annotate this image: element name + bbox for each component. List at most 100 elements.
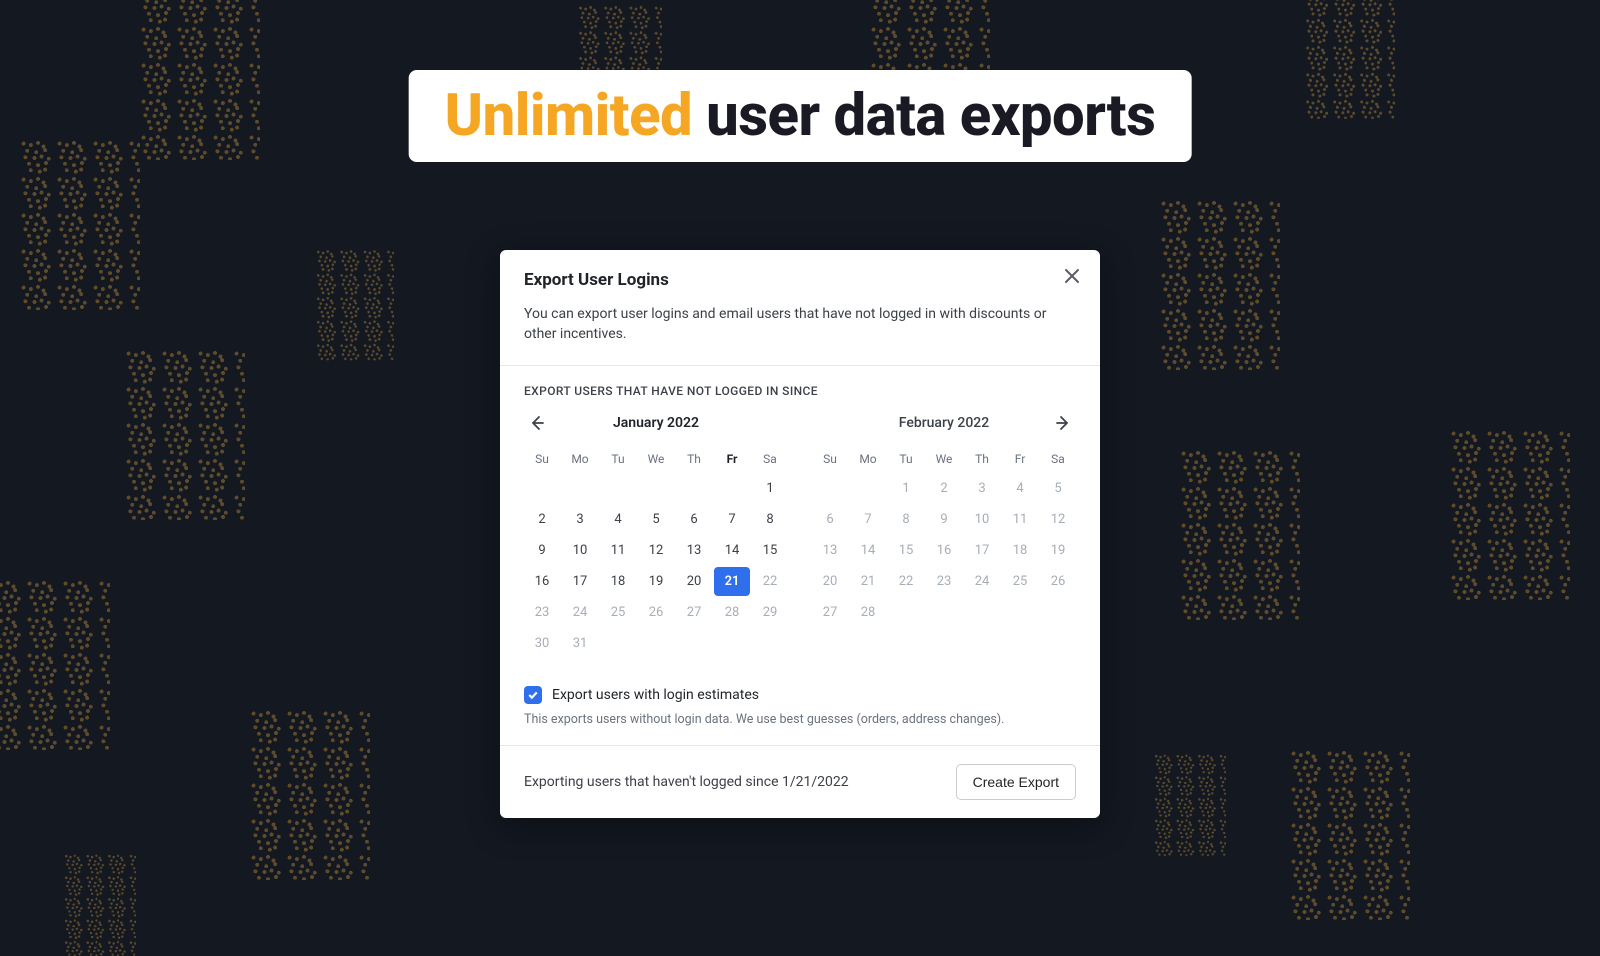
dow-header: Sa	[1040, 446, 1076, 472]
day-empty	[714, 474, 750, 503]
day-cell[interactable]: 7	[850, 505, 886, 534]
day-cell[interactable]: 30	[524, 629, 560, 658]
export-modal: Export User Logins You can export user l…	[500, 250, 1100, 818]
close-icon	[1064, 268, 1080, 284]
day-cell[interactable]: 8	[752, 505, 788, 534]
day-cell[interactable]: 15	[888, 536, 924, 565]
day-cell[interactable]: 6	[676, 505, 712, 534]
day-cell[interactable]: 24	[964, 567, 1000, 596]
day-cell[interactable]: 17	[562, 567, 598, 596]
dow-header: Su	[524, 446, 560, 472]
dow-header: Tu	[888, 446, 924, 472]
day-cell[interactable]: 13	[812, 536, 848, 565]
day-cell[interactable]: 8	[888, 505, 924, 534]
checkbox-help: This exports users without login data. W…	[500, 710, 1100, 745]
day-cell[interactable]: 27	[812, 598, 848, 627]
day-cell[interactable]: 19	[638, 567, 674, 596]
day-cell[interactable]: 22	[752, 567, 788, 596]
dow-header: Th	[964, 446, 1000, 472]
arrow-right-icon	[1055, 415, 1071, 431]
dow-header: Sa	[752, 446, 788, 472]
right-month-title: February 2022	[899, 415, 989, 431]
day-empty	[524, 474, 560, 503]
day-cell[interactable]: 15	[752, 536, 788, 565]
day-cell[interactable]: 9	[926, 505, 962, 534]
dow-header: Su	[812, 446, 848, 472]
day-cell[interactable]: 7	[714, 505, 750, 534]
day-cell[interactable]: 14	[850, 536, 886, 565]
checkbox-label: Export users with login estimates	[552, 687, 759, 703]
day-cell[interactable]: 11	[1002, 505, 1038, 534]
day-cell[interactable]: 13	[676, 536, 712, 565]
day-cell[interactable]: 19	[1040, 536, 1076, 565]
day-cell[interactable]: 4	[600, 505, 636, 534]
calendar-left: January 2022 SuMoTuWeThFrSa1234567891011…	[524, 410, 788, 658]
checkbox-row: Export users with login estimates	[500, 668, 1100, 710]
dow-header: We	[926, 446, 962, 472]
day-cell[interactable]: 10	[562, 536, 598, 565]
day-cell[interactable]: 17	[964, 536, 1000, 565]
footer-status: Exporting users that haven't logged sinc…	[524, 774, 849, 790]
prev-month-button[interactable]	[524, 410, 550, 436]
day-cell[interactable]: 21	[850, 567, 886, 596]
day-cell[interactable]: 5	[1040, 474, 1076, 503]
day-cell[interactable]: 14	[714, 536, 750, 565]
day-cell[interactable]: 28	[714, 598, 750, 627]
day-cell[interactable]: 16	[524, 567, 560, 596]
day-cell[interactable]: 22	[888, 567, 924, 596]
day-cell[interactable]: 25	[1002, 567, 1038, 596]
day-cell[interactable]: 10	[964, 505, 1000, 534]
day-cell[interactable]: 21	[714, 567, 750, 596]
day-cell[interactable]: 1	[888, 474, 924, 503]
day-cell[interactable]: 18	[1002, 536, 1038, 565]
day-cell[interactable]: 18	[600, 567, 636, 596]
day-empty	[600, 474, 636, 503]
close-button[interactable]	[1058, 262, 1086, 290]
export-estimates-checkbox[interactable]	[524, 686, 542, 704]
dow-header: Th	[676, 446, 712, 472]
headline-rest: user data exports	[692, 82, 1155, 150]
day-cell[interactable]: 2	[926, 474, 962, 503]
day-cell[interactable]: 20	[812, 567, 848, 596]
day-empty	[562, 474, 598, 503]
day-cell[interactable]: 24	[562, 598, 598, 627]
day-cell[interactable]: 23	[524, 598, 560, 627]
day-cell[interactable]: 3	[562, 505, 598, 534]
day-cell[interactable]: 4	[1002, 474, 1038, 503]
day-cell[interactable]: 12	[638, 536, 674, 565]
day-cell[interactable]: 20	[676, 567, 712, 596]
day-cell[interactable]: 16	[926, 536, 962, 565]
day-cell[interactable]: 2	[524, 505, 560, 534]
day-empty	[850, 474, 886, 503]
day-cell[interactable]: 9	[524, 536, 560, 565]
modal-title: Export User Logins	[524, 270, 1076, 290]
headline-accent: Unlimited	[445, 82, 693, 150]
day-cell[interactable]: 25	[600, 598, 636, 627]
day-cell[interactable]: 3	[964, 474, 1000, 503]
next-month-button[interactable]	[1050, 410, 1076, 436]
dow-header: Mo	[562, 446, 598, 472]
calendar-pair: January 2022 SuMoTuWeThFrSa1234567891011…	[524, 410, 1076, 658]
day-cell[interactable]: 12	[1040, 505, 1076, 534]
day-cell[interactable]: 26	[638, 598, 674, 627]
day-cell[interactable]: 26	[1040, 567, 1076, 596]
day-cell[interactable]: 27	[676, 598, 712, 627]
day-cell[interactable]: 6	[812, 505, 848, 534]
day-cell[interactable]: 31	[562, 629, 598, 658]
calendar-left-grid: SuMoTuWeThFrSa12345678910111213141516171…	[524, 446, 788, 658]
day-cell[interactable]: 11	[600, 536, 636, 565]
day-cell[interactable]: 5	[638, 505, 674, 534]
modal-description: You can export user logins and email use…	[500, 290, 1100, 365]
dow-header: Tu	[600, 446, 636, 472]
create-export-button[interactable]: Create Export	[956, 764, 1076, 800]
dow-header: Fr	[714, 446, 750, 472]
day-empty	[638, 474, 674, 503]
check-icon	[527, 689, 539, 701]
arrow-left-icon	[529, 415, 545, 431]
day-cell[interactable]: 1	[752, 474, 788, 503]
day-empty	[676, 474, 712, 503]
day-cell[interactable]: 28	[850, 598, 886, 627]
dow-header: Fr	[1002, 446, 1038, 472]
day-cell[interactable]: 29	[752, 598, 788, 627]
day-cell[interactable]: 23	[926, 567, 962, 596]
